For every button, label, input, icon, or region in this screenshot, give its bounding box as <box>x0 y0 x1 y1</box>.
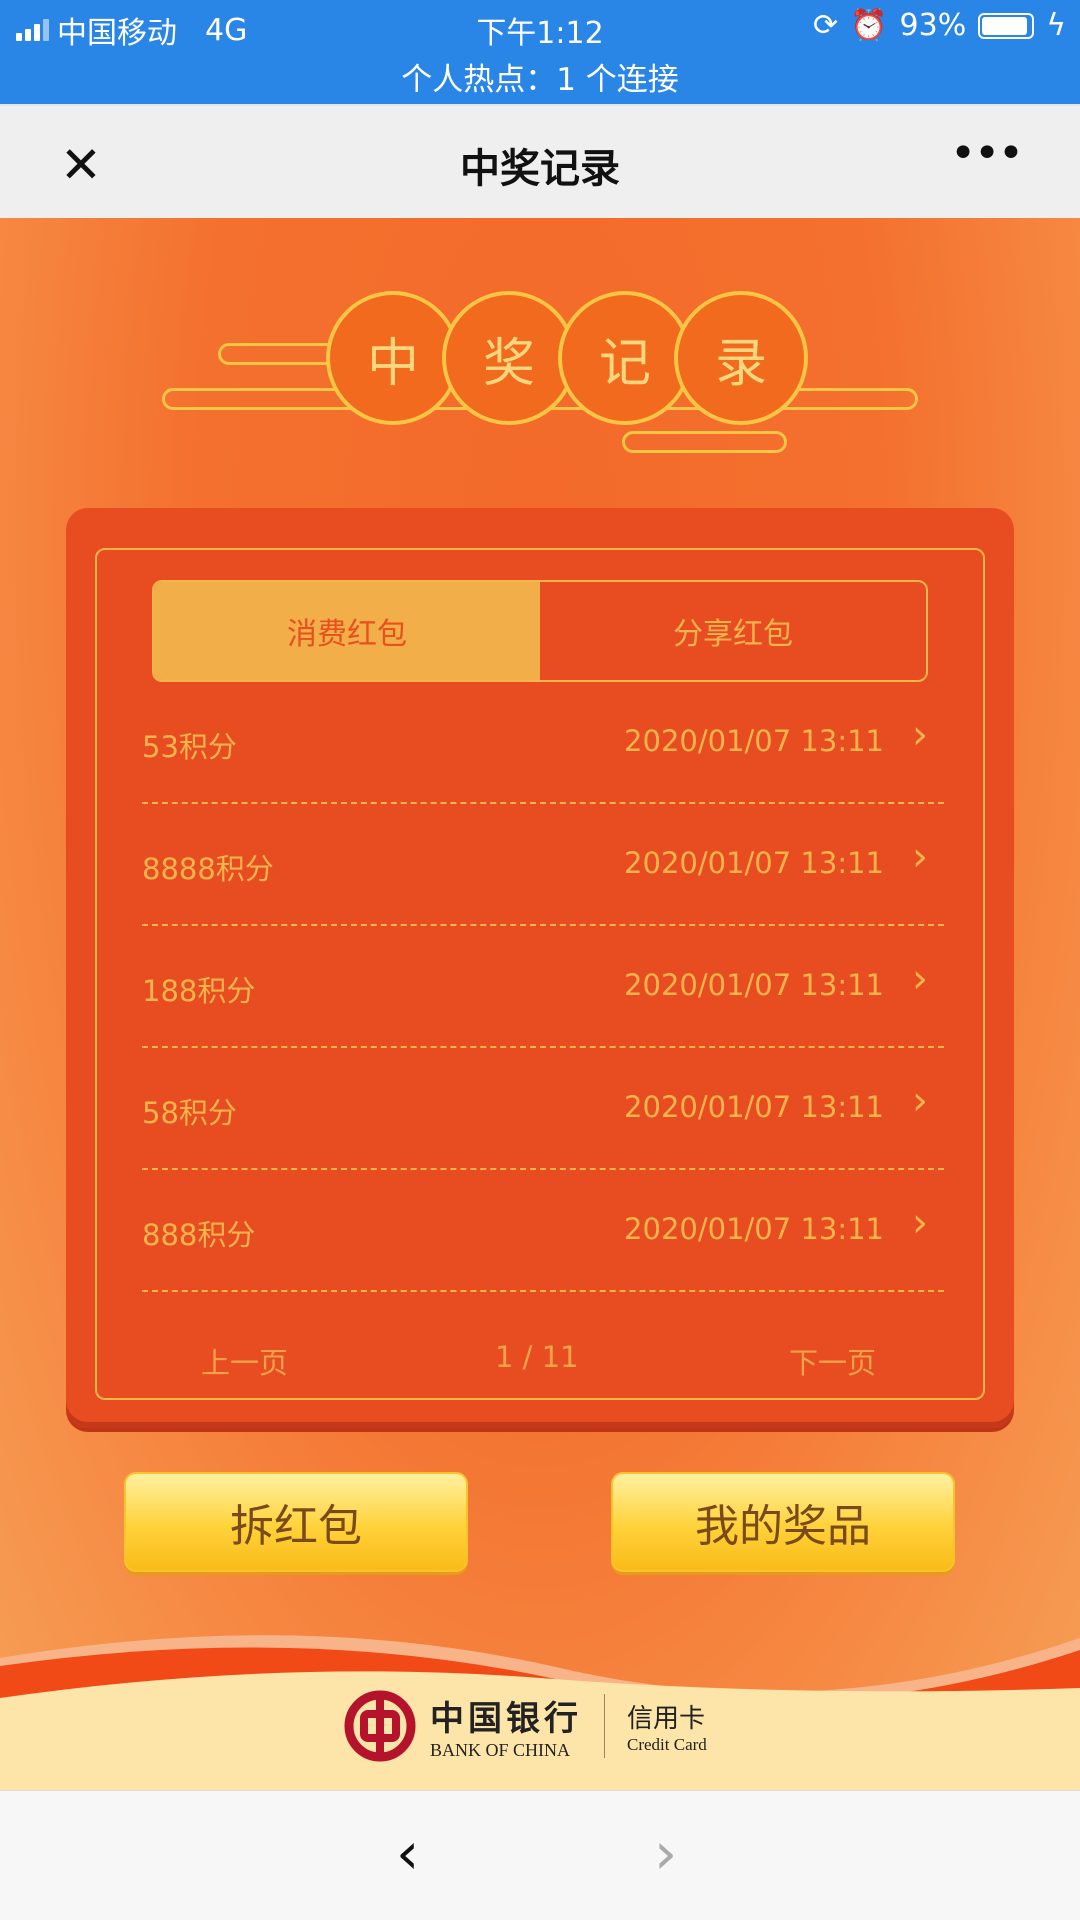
record-points: 53积分 <box>142 730 237 764</box>
more-icon[interactable]: ••• <box>950 128 1024 179</box>
nav-bar: ✕ 中奖记录 ••• <box>0 104 1080 218</box>
chevron-right-icon: › <box>912 1200 928 1246</box>
alarm-icon: ⏰ <box>850 8 888 43</box>
record-row[interactable]: 888积分 2020/01/07 13:11 › <box>142 1170 944 1292</box>
heading-char: 奖 <box>442 291 576 425</box>
heading-banner: 中 奖 记 录 <box>0 253 1080 483</box>
record-row[interactable]: 53积分 2020/01/07 13:11 › <box>142 682 944 804</box>
tab-share-redpacket[interactable]: 分享红包 <box>540 582 926 680</box>
record-row[interactable]: 188积分 2020/01/07 13:11 › <box>142 926 944 1048</box>
product-name-en: Credit Card <box>627 1734 707 1754</box>
prev-page-button[interactable]: 上一页 <box>201 1340 288 1382</box>
record-row[interactable]: 58积分 2020/01/07 13:11 › <box>142 1048 944 1170</box>
records-card: 消费红包 分享红包 53积分 2020/01/07 13:11 › 8888积分 20… <box>66 508 1014 1428</box>
record-date: 2020/01/07 13:11 <box>624 1212 884 1246</box>
page-title: 中奖记录 <box>460 146 620 192</box>
chevron-right-icon: › <box>912 1078 928 1124</box>
bank-of-china-emblem-icon <box>344 1690 416 1762</box>
next-page-button[interactable]: 下一页 <box>789 1340 876 1382</box>
record-date: 2020/01/07 13:11 <box>624 724 884 758</box>
record-date: 2020/01/07 13:11 <box>624 1090 884 1124</box>
battery-percent: 93% <box>899 8 967 43</box>
product-name-cn: 信用卡 <box>627 1703 706 1734</box>
chevron-right-icon: › <box>912 712 928 758</box>
charging-icon: ϟ <box>1046 8 1066 43</box>
status-bar: 中国移动 4G 下午1:12 ⟳ ⏰ 93% ϟ 个人热点：1 个连接 <box>0 0 1080 104</box>
my-prizes-button[interactable]: 我的奖品 <box>611 1472 955 1572</box>
battery-icon <box>978 12 1035 39</box>
bank-name-en: BANK OF CHINA <box>430 1740 571 1760</box>
tab-consume-redpacket[interactable]: 消费红包 <box>154 582 540 680</box>
bank-logo: 中国银行 BANK OF CHINA 信用卡 Credit Card <box>344 1690 707 1762</box>
heading-char: 中 <box>326 291 460 425</box>
record-points: 8888积分 <box>142 852 274 886</box>
record-points: 888积分 <box>142 1218 256 1252</box>
decor-line <box>622 431 787 453</box>
chevron-right-icon: › <box>912 834 928 880</box>
rotation-lock-icon: ⟳ <box>813 8 839 43</box>
forward-arrow-icon[interactable]: › <box>654 1819 677 1887</box>
chevron-right-icon: › <box>912 956 928 1002</box>
heading-char: 录 <box>674 291 808 425</box>
main-content: 中 奖 记 录 消费红包 分享红包 53积分 2020/01/07 13:11 › … <box>0 218 1080 1790</box>
record-points: 58积分 <box>142 1096 237 1130</box>
record-points: 188积分 <box>142 974 256 1008</box>
hotspot-banner[interactable]: 个人热点：1 个连接 <box>0 54 1080 99</box>
open-redpacket-button[interactable]: 拆红包 <box>124 1472 468 1572</box>
heading-char: 记 <box>558 291 692 425</box>
record-date: 2020/01/07 13:11 <box>624 846 884 880</box>
bank-name-cn: 中国银行 <box>430 1699 582 1739</box>
page-indicator: 1 / 11 <box>495 1340 579 1374</box>
record-date: 2020/01/07 13:11 <box>624 968 884 1002</box>
tab-bar: 消费红包 分享红包 <box>152 580 928 682</box>
back-arrow-icon[interactable]: ‹ <box>396 1819 419 1887</box>
browser-toolbar: ‹ › <box>0 1790 1080 1920</box>
decor-line <box>218 343 338 365</box>
record-row[interactable]: 8888积分 2020/01/07 13:11 › <box>142 804 944 926</box>
